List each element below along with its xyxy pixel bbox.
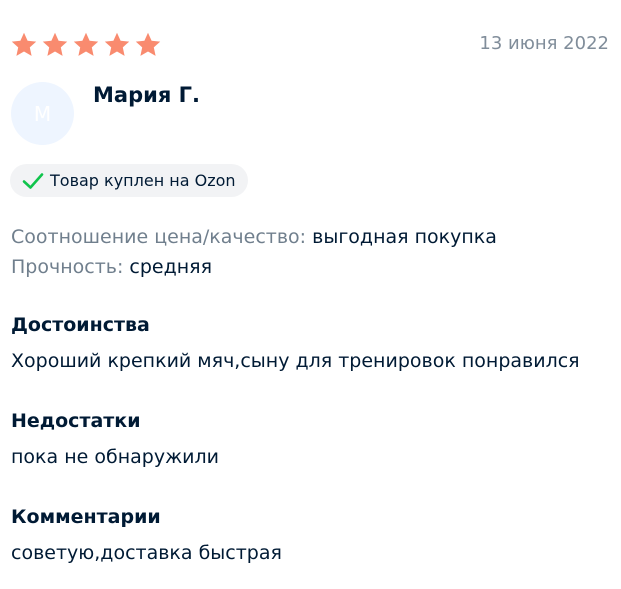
rating-stars [10, 31, 162, 59]
section-advantages: Достоинства Хороший крепкий мяч,сыну для… [11, 312, 580, 374]
star-icon [73, 32, 99, 56]
checkmark-icon [22, 172, 44, 189]
verified-purchase-badge: Товар куплен на Ozon [10, 164, 248, 197]
param-durability: Прочность: средняя [11, 252, 497, 282]
section-text: пока не обнаружили [11, 446, 220, 468]
avatar: М [11, 82, 74, 145]
badge-label: Товар куплен на Ozon [50, 171, 236, 190]
param-value: средняя [129, 256, 213, 278]
section-title: Комментарии [11, 506, 161, 528]
star-icon [11, 32, 37, 56]
avatar-initial: М [33, 101, 52, 126]
param-value: выгодная покупка [312, 226, 497, 248]
section-comments: Комментарии советую,доставка быстрая [11, 504, 282, 566]
section-disadvantages: Недостатки пока не обнаружили [11, 408, 219, 470]
review-date: 13 июня 2022 [479, 33, 609, 54]
param-key: Прочность: [11, 256, 124, 278]
section-title: Достоинства [11, 314, 150, 336]
param-key: Соотношение цена/качество: [11, 226, 307, 248]
author-name: Мария Г. [93, 83, 200, 107]
section-text: советую,доставка быстрая [11, 542, 282, 564]
review-params: Соотношение цена/качество: выгодная поку… [11, 222, 497, 282]
section-title: Недостатки [11, 410, 141, 432]
star-icon [104, 32, 130, 56]
section-text: Хороший крепкий мяч,сыну для тренировок … [11, 350, 580, 372]
star-icon [135, 32, 161, 56]
param-price-quality: Соотношение цена/качество: выгодная поку… [11, 222, 497, 252]
star-icon [42, 32, 68, 56]
